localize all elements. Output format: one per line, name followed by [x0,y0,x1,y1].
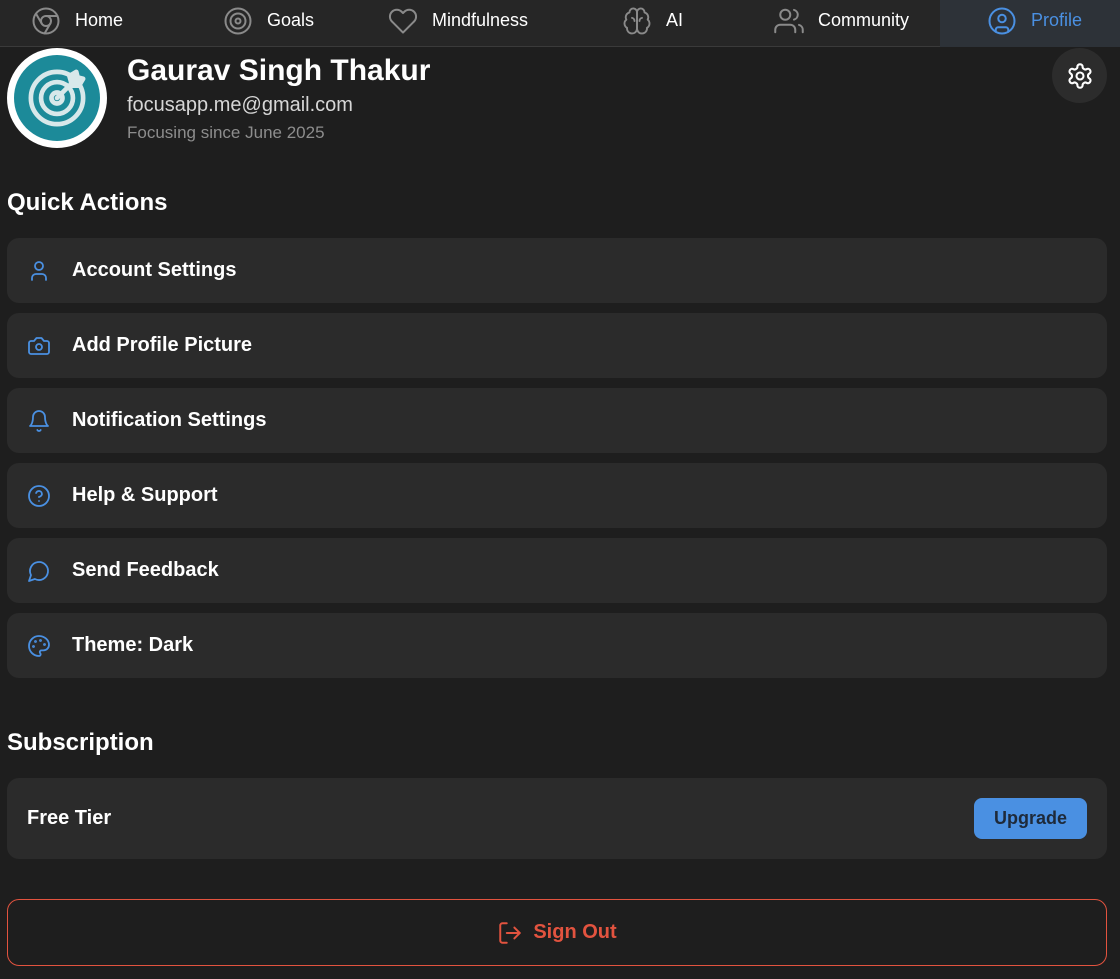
send-feedback-item[interactable]: Send Feedback [7,538,1107,603]
sign-out-label: Sign Out [533,921,617,943]
quick-actions-title: Quick Actions [7,189,168,216]
action-label: Help & Support [72,484,218,506]
nav-tab-mindfulness[interactable]: Mindfulness [388,0,588,47]
action-label: Account Settings [72,259,237,281]
nav-tab-goals[interactable]: Goals [223,0,373,47]
quick-actions-list: Account Settings Add Profile Picture Not… [7,238,1107,688]
nav-tab-community[interactable]: Community [774,0,934,47]
log-out-icon [499,921,522,944]
action-label: Notification Settings [72,409,267,431]
help-circle-icon [28,484,50,507]
user-icon [31,260,47,281]
users-icon [774,8,804,33]
target-icon [224,7,252,34]
gear-icon [1067,62,1092,89]
nav-tab-label: Community [818,10,910,30]
nav-tab-ai[interactable]: AI [622,0,742,47]
action-label: Send Feedback [72,559,219,581]
nav-tab-home[interactable]: Home [31,0,201,47]
target-arrow-icon [28,69,86,127]
subscription-title: Subscription [7,729,154,756]
chrome-icon [32,7,60,34]
action-label: Add Profile Picture [72,334,253,356]
nav-tab-label: Profile [1031,10,1083,30]
nav-tab-profile[interactable]: Profile [940,0,1120,47]
action-label: Theme: Dark [72,634,194,656]
nav-tab-label: Goals [267,10,315,30]
notification-settings-item[interactable]: Notification Settings [7,388,1107,453]
account-settings-item[interactable]: Account Settings [7,238,1107,303]
nav-tab-label: Home [75,10,124,30]
upgrade-button[interactable]: Upgrade [974,798,1087,839]
nav-tab-label: AI [666,10,684,30]
avatar-target-logo [14,55,100,141]
brain-icon [623,7,651,34]
nav-tab-label: Mindfulness [432,10,529,30]
top-navigation: Home Goals Mindfulness AI Community Prof… [0,0,1120,47]
bell-icon [29,409,49,432]
sign-out-button[interactable]: Sign Out [7,899,1107,966]
camera-icon [28,336,50,355]
theme-item[interactable]: Theme: Dark [7,613,1107,678]
palette-icon [28,634,50,657]
profile-email: focusapp.me@gmail.com [127,94,353,116]
subscription-card: Free Tier Upgrade [7,778,1107,859]
settings-button[interactable] [1052,48,1107,103]
user-circle-icon [988,7,1016,34]
subscription-tier: Free Tier [27,807,112,829]
message-circle-icon [28,560,49,582]
heart-icon [389,8,417,34]
help-support-item[interactable]: Help & Support [7,463,1107,528]
profile-since: Focusing since June 2025 [127,123,325,142]
add-profile-picture-item[interactable]: Add Profile Picture [7,313,1107,378]
avatar [7,48,107,148]
profile-name: Gaurav Singh Thakur [127,54,431,87]
